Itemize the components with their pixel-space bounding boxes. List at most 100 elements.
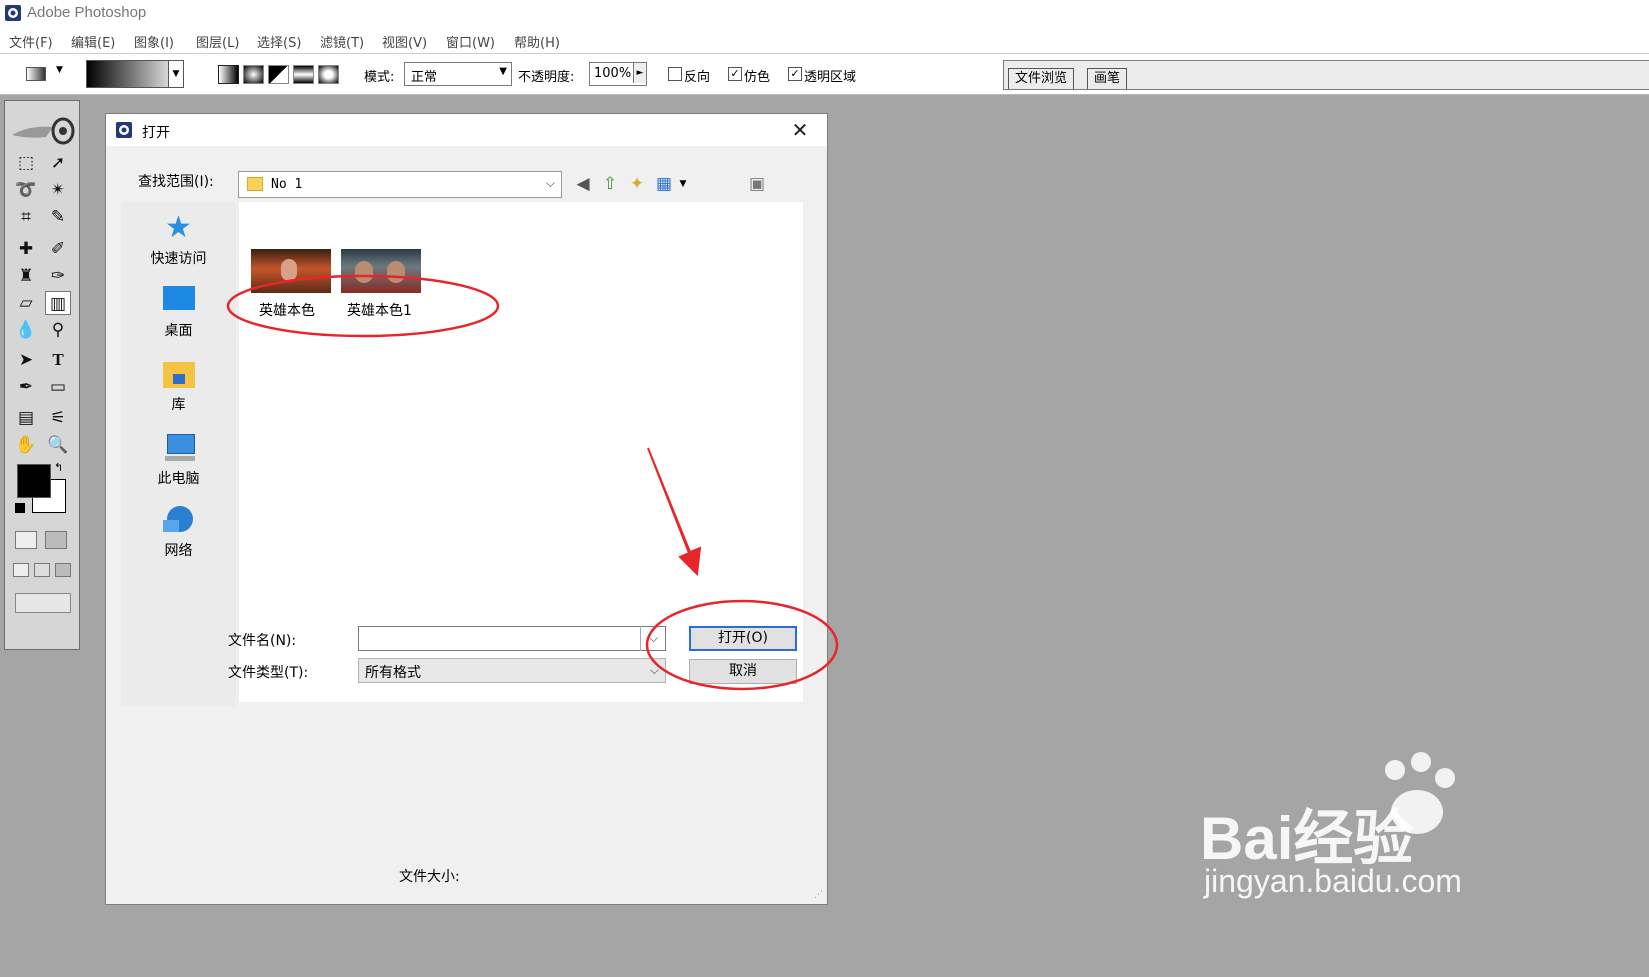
marquee-tool-icon[interactable]: ⬚ bbox=[13, 151, 39, 175]
menu-help[interactable]: 帮助(H) bbox=[514, 32, 560, 51]
menu-edit[interactable]: 编辑(E) bbox=[71, 32, 115, 51]
chevron-down-icon: ▼ bbox=[499, 66, 507, 77]
file-name[interactable]: 英雄本色1 bbox=[347, 300, 412, 320]
place-desktop[interactable]: 桌面 bbox=[121, 284, 236, 340]
healing-brush-tool-icon[interactable]: ✚ bbox=[13, 237, 39, 261]
place-label: 网络 bbox=[164, 543, 193, 559]
place-quick-access[interactable]: ★ 快速访问 bbox=[121, 212, 236, 268]
file-thumbnail[interactable] bbox=[251, 249, 331, 293]
look-in-value: No 1 bbox=[271, 177, 303, 192]
pen-tool-icon[interactable]: ✒ bbox=[13, 375, 39, 399]
file-name[interactable]: 英雄本色 bbox=[259, 300, 315, 320]
filename-input[interactable] bbox=[358, 626, 666, 651]
path-selection-tool-icon[interactable]: ➤ bbox=[13, 348, 39, 372]
history-brush-tool-icon[interactable]: ✑ bbox=[45, 264, 71, 288]
cancel-button[interactable]: 取消 bbox=[689, 659, 797, 684]
reverse-checkbox[interactable] bbox=[668, 67, 682, 81]
hand-tool-icon[interactable]: ✋ bbox=[13, 433, 39, 457]
place-network[interactable]: 网络 bbox=[121, 504, 236, 560]
tool-preset-picker[interactable]: ▼ bbox=[24, 65, 63, 82]
notes-tool-icon[interactable]: ▤ bbox=[13, 406, 39, 430]
filetype-select[interactable]: 所有格式 ⌵ bbox=[358, 658, 666, 683]
dialog-title-bar: 打开 ✕ bbox=[106, 114, 827, 146]
up-folder-icon[interactable]: ⇧ bbox=[599, 173, 621, 195]
place-label: 桌面 bbox=[164, 323, 193, 339]
slice-tool-icon[interactable]: ✎ bbox=[45, 205, 71, 229]
menu-window[interactable]: 窗口(W) bbox=[446, 32, 495, 51]
eyedropper-tool-icon[interactable]: ⚟ bbox=[45, 406, 71, 430]
menu-view[interactable]: 视图(V) bbox=[382, 32, 427, 51]
chevron-down-icon[interactable]: ▼ bbox=[672, 173, 694, 195]
palette-well: 文件浏览 画笔 bbox=[1003, 60, 1649, 90]
look-in-select[interactable]: No 1 ⌵ bbox=[238, 171, 562, 198]
dither-label: 仿色 bbox=[744, 70, 771, 85]
magic-wand-tool-icon[interactable]: ✴ bbox=[45, 178, 71, 202]
close-icon[interactable]: ✕ bbox=[789, 119, 811, 141]
dither-checkbox[interactable]: ✓ bbox=[728, 67, 742, 81]
back-icon[interactable]: ◀ bbox=[572, 173, 594, 195]
mode-value: 正常 bbox=[411, 70, 438, 85]
menu-filter[interactable]: 滤镜(T) bbox=[320, 32, 364, 51]
place-label: 此电脑 bbox=[157, 471, 200, 487]
rectangle-tool-icon[interactable]: ▭ bbox=[45, 375, 71, 399]
foreground-color-swatch[interactable] bbox=[17, 464, 51, 498]
opacity-value: 100% bbox=[594, 66, 632, 81]
folder-icon bbox=[247, 177, 263, 191]
resize-grip-icon[interactable]: ⋰ bbox=[814, 890, 823, 900]
screen-mode-standard-icon[interactable] bbox=[13, 563, 29, 577]
chevron-down-icon[interactable]: ⌵ bbox=[640, 626, 666, 651]
place-libraries[interactable]: 库 bbox=[121, 358, 236, 414]
place-this-pc[interactable]: 此电脑 bbox=[121, 432, 236, 488]
open-button[interactable]: 打开(O) bbox=[689, 626, 797, 651]
menu-layer[interactable]: 图层(L) bbox=[196, 32, 239, 51]
new-folder-icon[interactable]: ✦ bbox=[626, 173, 648, 195]
standard-mode-icon[interactable] bbox=[15, 531, 37, 549]
network-icon bbox=[161, 504, 197, 536]
swap-colors-icon[interactable]: ↰ bbox=[54, 461, 63, 474]
reflected-gradient-button[interactable] bbox=[293, 65, 314, 84]
linear-gradient-button[interactable] bbox=[218, 65, 239, 84]
look-in-label: 查找范围(I): bbox=[138, 174, 214, 190]
crop-tool-icon[interactable]: ⌗ bbox=[13, 205, 39, 229]
dodge-tool-icon[interactable]: ⚲ bbox=[45, 318, 71, 342]
file-thumbnail[interactable] bbox=[341, 249, 421, 293]
menu-bar: 文件(F) 编辑(E) 图象(I) 图层(L) 选择(S) 滤镜(T) 视图(V… bbox=[0, 27, 1649, 54]
radial-gradient-button[interactable] bbox=[243, 65, 264, 84]
computer-icon bbox=[161, 432, 197, 464]
photoshop-eye-icon bbox=[5, 5, 21, 21]
library-folder-icon bbox=[161, 358, 197, 390]
mode-label: 模式: bbox=[364, 70, 395, 85]
eraser-tool-icon[interactable]: ▱ bbox=[13, 291, 39, 315]
menu-select[interactable]: 选择(S) bbox=[257, 32, 301, 51]
lasso-tool-icon[interactable]: ➰ bbox=[13, 178, 39, 202]
chevron-down-icon: ⌵ bbox=[649, 663, 659, 677]
diamond-gradient-button[interactable] bbox=[318, 65, 339, 84]
zoom-tool-icon[interactable]: 🔍 bbox=[45, 433, 71, 457]
screen-mode-full-icon[interactable] bbox=[55, 563, 71, 577]
blur-tool-icon[interactable]: 💧 bbox=[13, 318, 39, 342]
tab-file-browser[interactable]: 文件浏览 bbox=[1008, 68, 1075, 89]
mode-select[interactable]: 正常 ▼ bbox=[404, 62, 512, 86]
gradient-tool-icon[interactable]: ▥ bbox=[45, 291, 71, 315]
gradient-preview[interactable]: ▼ bbox=[86, 60, 184, 88]
jump-to-imageready-icon[interactable] bbox=[15, 593, 71, 613]
quick-mask-mode-icon[interactable] bbox=[45, 531, 67, 549]
move-tool-icon[interactable]: ➚ bbox=[45, 151, 71, 175]
tab-brushes[interactable]: 画笔 bbox=[1087, 68, 1128, 89]
filesize-label: 文件大小: bbox=[399, 869, 460, 885]
desktop-icon bbox=[161, 284, 197, 316]
gradient-dropdown-arrow[interactable]: ▼ bbox=[168, 61, 183, 87]
brush-tool-icon[interactable]: ✐ bbox=[45, 237, 71, 261]
menu-image[interactable]: 图象(I) bbox=[134, 32, 174, 51]
preview-folder-icon[interactable]: ▣ bbox=[746, 173, 768, 195]
opacity-slider-arrow-icon[interactable]: ► bbox=[633, 63, 646, 83]
transparency-checkbox[interactable]: ✓ bbox=[788, 67, 802, 81]
menu-file[interactable]: 文件(F) bbox=[9, 32, 53, 51]
angle-gradient-button[interactable] bbox=[268, 65, 289, 84]
opacity-field[interactable]: 100% ► bbox=[589, 62, 647, 86]
type-tool-icon[interactable]: T bbox=[45, 348, 71, 372]
clone-stamp-tool-icon[interactable]: ♜ bbox=[13, 264, 39, 288]
screen-mode-full-menu-icon[interactable] bbox=[34, 563, 50, 577]
filetype-value: 所有格式 bbox=[365, 665, 421, 681]
default-colors-icon[interactable] bbox=[15, 503, 25, 513]
